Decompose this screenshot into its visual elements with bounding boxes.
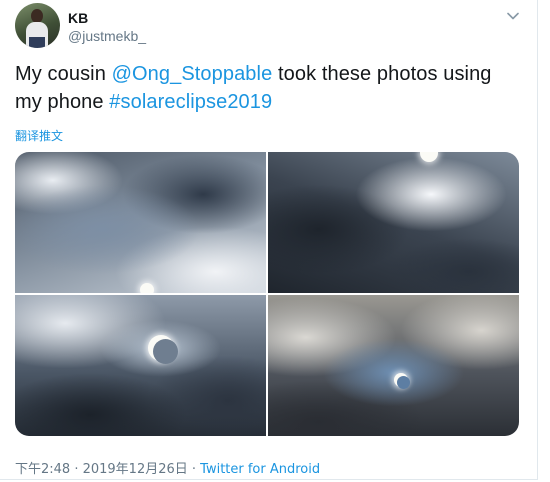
- tweet-text: My cousin @Ong_Stoppable took these phot…: [15, 60, 515, 116]
- chevron-down-icon[interactable]: [506, 9, 520, 23]
- tweet-footer: 下午2:48 · 2019年12月26日 · Twitter for Andro…: [15, 458, 320, 477]
- moon-shadow: [153, 339, 178, 364]
- eclipse-photo-4[interactable]: [268, 295, 519, 436]
- hashtag-link[interactable]: #solareclipse2019: [109, 91, 272, 113]
- eclipse-photo-2[interactable]: [268, 152, 519, 293]
- moon-shadow: [397, 376, 410, 389]
- photo-grid: [15, 152, 519, 436]
- avatar-head: [31, 9, 43, 23]
- sun-crescent: [140, 283, 154, 293]
- sun-crescent: [420, 152, 438, 162]
- translate-tweet-link[interactable]: 翻译推文: [15, 127, 63, 144]
- eclipse-photo-3[interactable]: [15, 295, 266, 436]
- eclipse-photo-1[interactable]: [15, 152, 266, 293]
- avatar[interactable]: [15, 3, 60, 48]
- mention-link[interactable]: @Ong_Stoppable: [112, 63, 273, 85]
- tweet-text-part: My cousin: [15, 63, 112, 85]
- timestamp[interactable]: 下午2:48 · 2019年12月26日 ·: [15, 462, 200, 477]
- tweet-card: KB @justmekb_ My cousin @Ong_Stoppable t…: [0, 0, 538, 480]
- author-handle[interactable]: @justmekb_: [68, 28, 146, 44]
- avatar-legs: [29, 37, 45, 48]
- source-link[interactable]: Twitter for Android: [200, 462, 320, 477]
- author-name[interactable]: KB: [68, 10, 88, 26]
